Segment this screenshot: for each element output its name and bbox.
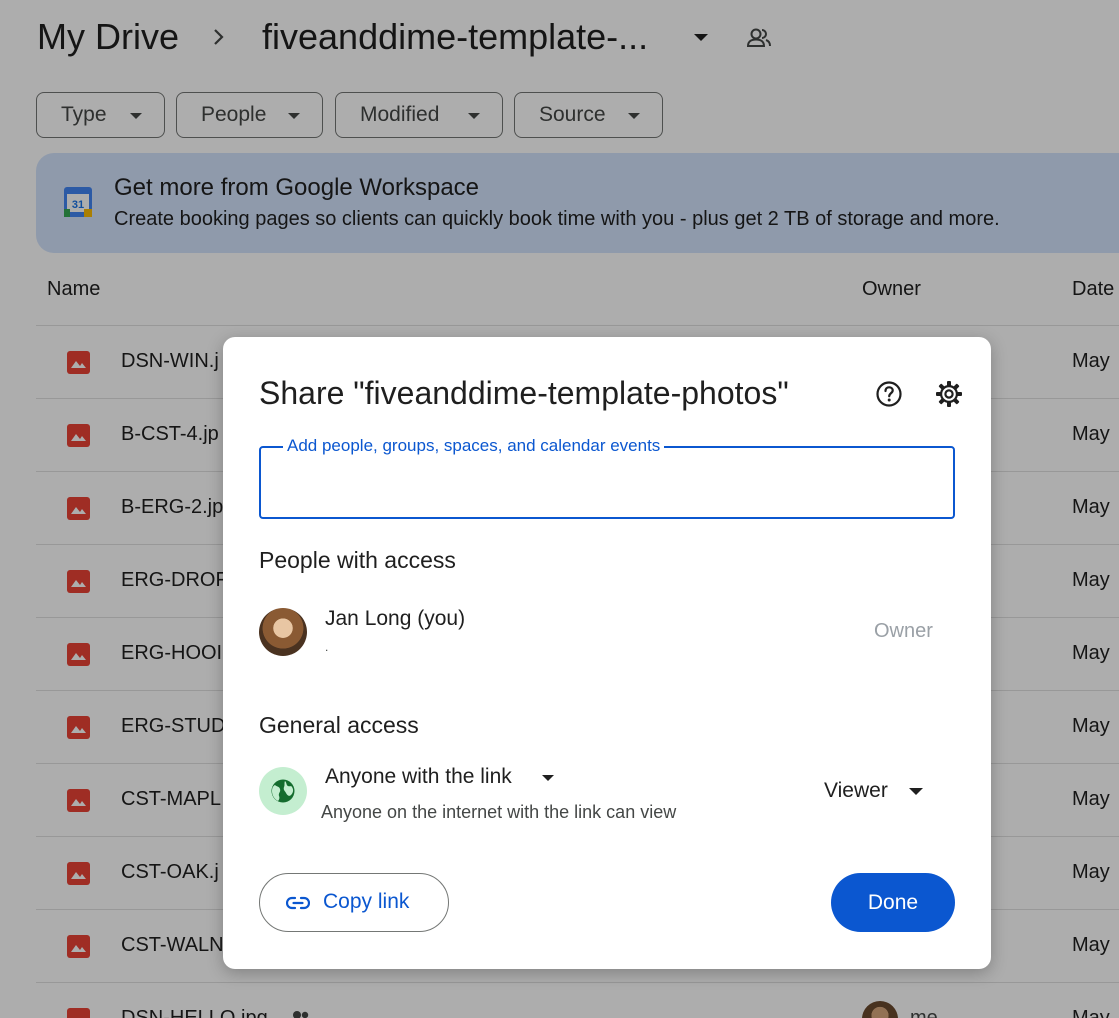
copy-link-label: Copy link <box>323 890 410 913</box>
role-dropdown[interactable]: Viewer <box>824 779 888 803</box>
general-access-heading: General access <box>259 712 419 738</box>
add-people-input[interactable] <box>273 466 937 504</box>
dropdown-caret-icon[interactable] <box>542 775 554 781</box>
person-name: Jan Long (you) <box>325 607 466 630</box>
people-with-access-heading: People with access <box>259 547 456 573</box>
add-people-field[interactable] <box>259 446 955 519</box>
drive-page: My Drive fiveanddime-template-... Type P… <box>0 0 1119 1018</box>
settings-gear-icon[interactable] <box>935 380 963 408</box>
access-level-dropdown[interactable]: Anyone with the link <box>325 765 512 789</box>
help-icon[interactable] <box>875 380 903 408</box>
share-dialog: Share "fiveanddime-template-photos" Add … <box>223 337 991 969</box>
globe-icon <box>259 767 307 815</box>
add-people-label: Add people, groups, spaces, and calendar… <box>283 436 665 456</box>
done-button[interactable]: Done <box>831 873 955 932</box>
person-role: Owner <box>874 620 933 642</box>
user-avatar <box>259 608 307 656</box>
share-dialog-title: Share "fiveanddime-template-photos" <box>259 375 789 411</box>
dropdown-caret-icon[interactable] <box>909 788 923 795</box>
copy-link-button[interactable]: Copy link <box>259 873 449 932</box>
access-description: Anyone on the internet with the link can… <box>321 802 677 822</box>
person-email: . <box>325 640 329 654</box>
link-icon <box>286 896 310 910</box>
